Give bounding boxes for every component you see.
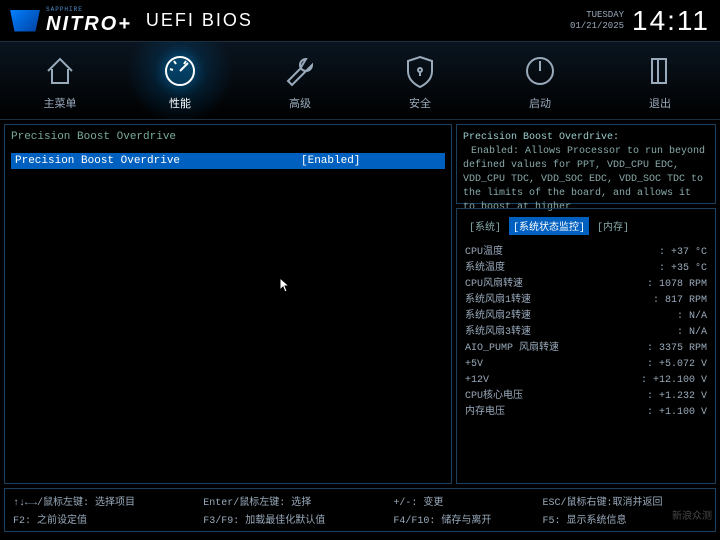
monitor-value: : +37 °C — [659, 245, 707, 261]
monitor-key: AIO_PUMP 风扇转速 — [465, 341, 647, 357]
monitor-row: CPU核心电压: +1.232 V — [465, 389, 707, 405]
datetime: TUESDAY 01/21/2025 14:11 — [570, 5, 710, 37]
shield-icon — [400, 51, 440, 91]
help-panel: Precision Boost Overdrive: Enabled: Allo… — [456, 124, 716, 204]
monitor-key: CPU温度 — [465, 245, 659, 261]
hint: ↑↓←→/鼠标左键: 选择项目 — [13, 493, 191, 509]
monitor-value: : +5.072 V — [647, 357, 707, 373]
tab-gauge[interactable]: 性能 — [120, 42, 240, 119]
monitor-value: : 1078 RPM — [647, 277, 707, 293]
tab-label: 安全 — [409, 95, 431, 111]
tab-label: 高级 — [289, 95, 311, 111]
monitor-value: : N/A — [677, 325, 707, 341]
monitor-panel: [系统][系统状态监控][内存] CPU温度: +37 °C系统温度: +35 … — [456, 208, 716, 484]
monitor-key: 内存电压 — [465, 405, 647, 421]
header: SAPPHIRE NITRO+ UEFI BIOS TUESDAY 01/21/… — [0, 0, 720, 42]
logo-badge-icon — [10, 10, 40, 32]
gauge-icon — [160, 51, 200, 91]
date-label: 01/21/2025 — [570, 21, 624, 32]
main-tabs: 主菜单 性能 高级 安全 启动 退出 — [0, 42, 720, 120]
monitor-key: 系统温度 — [465, 261, 659, 277]
monitor-value: : 3375 RPM — [647, 341, 707, 357]
monitor-key: +12V — [465, 373, 641, 389]
tab-label: 退出 — [649, 95, 671, 111]
monitor-tab[interactable]: [内存] — [593, 217, 633, 235]
tab-exit[interactable]: 退出 — [600, 42, 720, 119]
monitor-row: 系统风扇3转速: N/A — [465, 325, 707, 341]
tab-home[interactable]: 主菜单 — [0, 42, 120, 119]
setting-value: [Enabled] — [301, 155, 441, 167]
monitor-value: : +1.100 V — [647, 405, 707, 421]
hint: F2: 之前设定值 — [13, 511, 191, 527]
monitor-row: 系统风扇1转速: 817 RPM — [465, 293, 707, 309]
monitor-tabs: [系统][系统状态监控][内存] — [465, 217, 707, 235]
monitor-key: 系统风扇2转速 — [465, 309, 677, 325]
home-icon — [40, 51, 80, 91]
section-title: Precision Boost Overdrive — [11, 131, 445, 143]
power-icon — [520, 51, 560, 91]
monitor-row: 内存电压: +1.100 V — [465, 405, 707, 421]
tab-power[interactable]: 启动 — [480, 42, 600, 119]
monitor-value: : +12.100 V — [641, 373, 707, 389]
time-label: 14:11 — [632, 5, 710, 37]
hint: +/-: 变更 — [393, 493, 530, 509]
wrench-icon — [280, 51, 320, 91]
monitor-row: +12V: +12.100 V — [465, 373, 707, 389]
monitor-tab[interactable]: [系统状态监控] — [509, 217, 589, 235]
monitor-key: CPU核心电压 — [465, 389, 647, 405]
tab-label: 主菜单 — [44, 95, 77, 111]
monitor-key: +5V — [465, 357, 647, 373]
exit-icon — [640, 51, 680, 91]
brand-logo: SAPPHIRE NITRO+ — [10, 6, 132, 36]
monitor-value: : 817 RPM — [653, 293, 707, 309]
tab-label: 性能 — [169, 95, 191, 111]
tab-wrench[interactable]: 高级 — [240, 42, 360, 119]
setting-label: Precision Boost Overdrive — [15, 155, 301, 167]
setting-row[interactable]: Precision Boost Overdrive[Enabled] — [11, 153, 445, 169]
hint: F3/F9: 加载最佳化默认值 — [203, 511, 381, 527]
help-body: Enabled: Allows Processor to run beyond … — [463, 145, 709, 215]
bios-title: UEFI BIOS — [146, 10, 253, 31]
monitor-row: +5V: +5.072 V — [465, 357, 707, 373]
brand-name: NITRO+ — [46, 13, 132, 36]
monitor-row: 系统风扇2转速: N/A — [465, 309, 707, 325]
monitor-tab[interactable]: [系统] — [465, 217, 505, 235]
monitor-key: 系统风扇3转速 — [465, 325, 677, 341]
monitor-value: : N/A — [677, 309, 707, 325]
monitor-value: : +35 °C — [659, 261, 707, 277]
key-help-footer: ↑↓←→/鼠标左键: 选择项目 Enter/鼠标左键: 选择 +/-: 变更 E… — [4, 488, 716, 532]
monitor-value: : +1.232 V — [647, 389, 707, 405]
monitor-row: CPU风扇转速: 1078 RPM — [465, 277, 707, 293]
day-label: TUESDAY — [570, 10, 624, 21]
tab-label: 启动 — [529, 95, 551, 111]
monitor-key: CPU风扇转速 — [465, 277, 647, 293]
hint: Enter/鼠标左键: 选择 — [203, 493, 381, 509]
monitor-row: 系统温度: +35 °C — [465, 261, 707, 277]
settings-panel: Precision Boost Overdrive Precision Boos… — [4, 124, 452, 484]
watermark: 新浪众测 — [672, 507, 712, 522]
help-title: Precision Boost Overdrive: — [463, 131, 709, 145]
tab-shield[interactable]: 安全 — [360, 42, 480, 119]
monitor-key: 系统风扇1转速 — [465, 293, 653, 309]
brand-sub: SAPPHIRE — [46, 6, 132, 13]
hint: F4/F10: 储存与离开 — [393, 511, 530, 527]
monitor-row: CPU温度: +37 °C — [465, 245, 707, 261]
monitor-row: AIO_PUMP 风扇转速: 3375 RPM — [465, 341, 707, 357]
